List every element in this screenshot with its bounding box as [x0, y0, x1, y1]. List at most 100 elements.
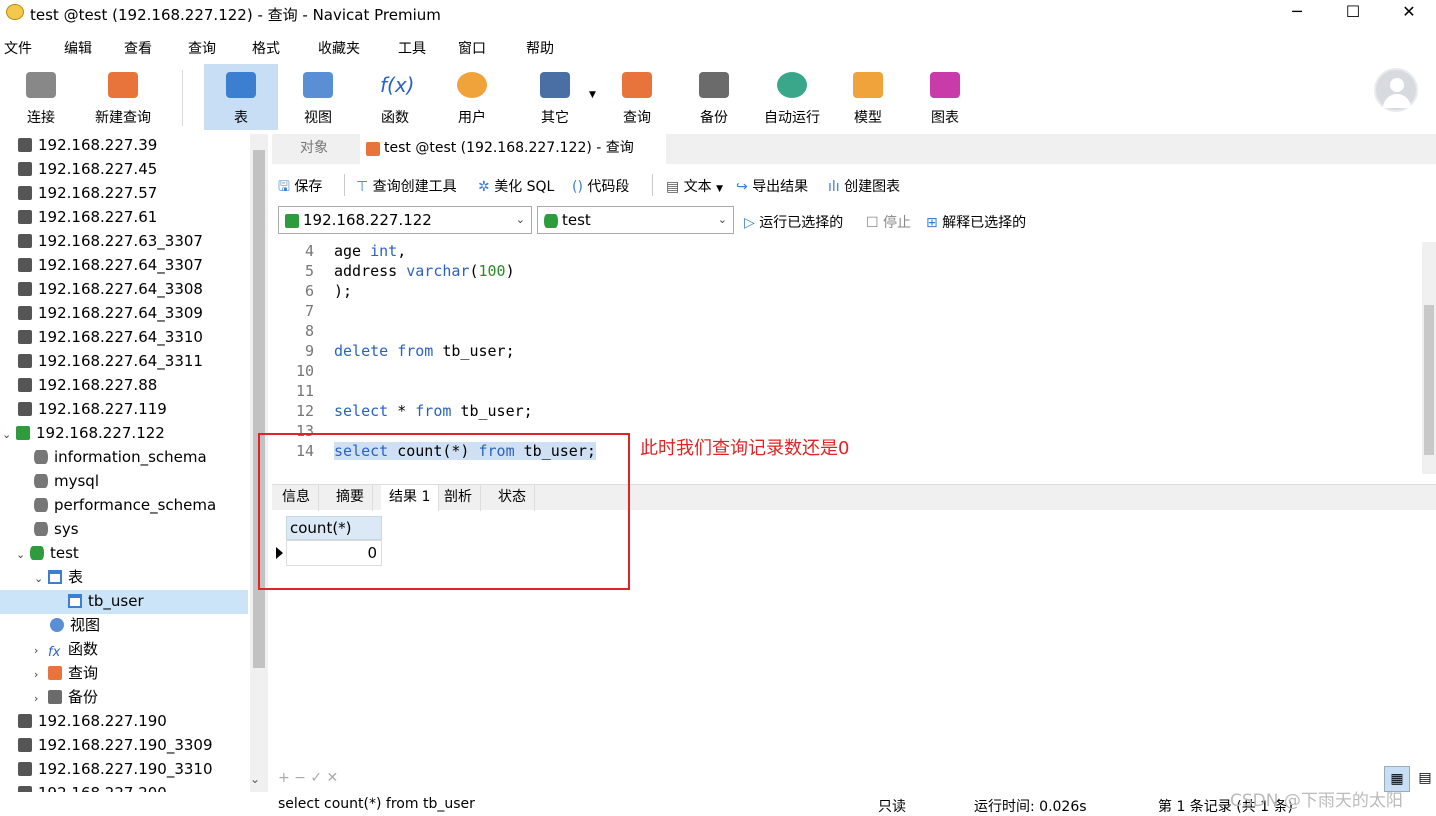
maximize-button[interactable]: ☐ — [1330, 0, 1376, 26]
chevron-down-icon: ⌄ — [515, 213, 525, 226]
beautify-sql-button[interactable]: ✲ 美化 SQL — [478, 176, 554, 196]
chevron-right-icon[interactable]: › — [34, 664, 48, 686]
status-readonly: 只读 — [878, 799, 906, 815]
editor-toolbar: 🖫 保存 ⊤ 查询创建工具 ✲ 美化 SQL () 代码段 ▤ 文本 ▼ ↪ 导… — [272, 170, 1436, 200]
tree-connection[interactable]: 192.168.227.64_3310 — [0, 326, 248, 350]
other-dropdown-icon[interactable]: ▼ — [589, 90, 596, 100]
menu-view[interactable]: 查看 — [124, 38, 152, 58]
tree-database[interactable]: sys — [0, 518, 248, 542]
tree-database[interactable]: information_schema — [0, 446, 248, 470]
connect-button[interactable]: 连接 — [4, 64, 78, 130]
tree-connection[interactable]: 192.168.227.119 — [0, 398, 248, 422]
chevron-down-icon[interactable]: ⌄ — [34, 568, 48, 590]
code-snippet-button[interactable]: () 代码段 — [572, 176, 629, 196]
tree-tables-folder[interactable]: ⌄ 表 — [0, 566, 248, 590]
tree-connection[interactable]: 192.168.227.88 — [0, 374, 248, 398]
menu-file[interactable]: 文件 — [4, 38, 32, 58]
menu-query[interactable]: 查询 — [188, 38, 216, 58]
line-number: 8 — [304, 322, 314, 340]
menu-window[interactable]: 窗口 — [458, 38, 486, 58]
model-button[interactable]: 模型 — [831, 64, 905, 130]
tree-connection[interactable]: 192.168.227.190_3310 — [0, 758, 248, 782]
chevron-down-icon[interactable]: ⌄ — [2, 424, 16, 446]
query-button[interactable]: 查询 — [600, 64, 674, 130]
menu-edit[interactable]: 编辑 — [64, 38, 92, 58]
tab-query[interactable]: test @test (192.168.227.122) - 查询 — [360, 134, 666, 164]
tree-connection[interactable]: 192.168.227.190_3309 — [0, 734, 248, 758]
text-button[interactable]: ▤ 文本 ▼ — [666, 176, 723, 196]
tree-connection[interactable]: 192.168.227.63_3307 — [0, 230, 248, 254]
sql-keyword: delete — [334, 342, 389, 360]
menu-tools[interactable]: 工具 — [398, 38, 426, 58]
user-icon — [457, 72, 487, 98]
menu-favorites[interactable]: 收藏夹 — [318, 38, 360, 58]
query-builder-button[interactable]: ⊤ 查询创建工具 — [356, 176, 457, 196]
menu-help[interactable]: 帮助 — [526, 38, 554, 58]
sidebar-scroll-thumb[interactable] — [253, 150, 265, 668]
tree-database[interactable]: performance_schema — [0, 494, 248, 518]
view-button[interactable]: 视图 — [281, 64, 355, 130]
tree-connection[interactable]: 192.168.227.200 — [0, 782, 248, 792]
code-line[interactable]: 5 address varchar(100) — [272, 262, 1412, 282]
connection-icon — [18, 402, 32, 416]
export-result-button[interactable]: ↪ 导出结果 — [736, 176, 808, 196]
database-select[interactable]: test ⌄ — [537, 206, 734, 234]
table-button[interactable]: 表 — [204, 64, 278, 130]
code-line[interactable]: 6); — [272, 282, 1412, 302]
chevron-down-icon: ▼ — [716, 184, 724, 194]
tree-database-open[interactable]: ⌄ test — [0, 542, 248, 566]
tree-functions-folder[interactable]: › fx 函数 — [0, 638, 248, 662]
chevron-down-icon[interactable]: ⌄ — [16, 544, 30, 566]
tree-connection[interactable]: 192.168.227.64_3309 — [0, 302, 248, 326]
menu-format[interactable]: 格式 — [252, 38, 280, 58]
tree-backups-folder[interactable]: › 备份 — [0, 686, 248, 710]
form-view-button[interactable]: ▤ — [1414, 766, 1436, 792]
code-line[interactable]: 10 — [272, 362, 1412, 382]
chart-button[interactable]: 图表 — [908, 64, 982, 130]
save-button[interactable]: 🖫 保存 — [278, 176, 322, 200]
tree-connection[interactable]: 192.168.227.57 — [0, 182, 248, 206]
sql-keyword: from — [397, 342, 434, 360]
explain-selected-button[interactable]: ⊞ 解释已选择的 — [926, 212, 1026, 232]
user-avatar[interactable] — [1374, 68, 1418, 112]
tree-queries-folder[interactable]: › 查询 — [0, 662, 248, 686]
tree-connection-open[interactable]: ⌄ 192.168.227.122 — [0, 422, 248, 446]
tree-table-tb-user[interactable]: tb_user — [0, 590, 248, 614]
code-line[interactable]: 11 — [272, 382, 1412, 402]
tree-connection[interactable]: 192.168.227.64_3307 — [0, 254, 248, 278]
view-icon — [303, 72, 333, 98]
connection-select[interactable]: 192.168.227.122 ⌄ — [278, 206, 532, 234]
close-button[interactable]: ✕ — [1386, 0, 1432, 26]
tree-connection[interactable]: 192.168.227.64_3308 — [0, 278, 248, 302]
automation-button[interactable]: 自动运行 — [754, 64, 830, 130]
chevron-right-icon[interactable]: › — [34, 688, 48, 710]
stop-button[interactable]: ☐ 停止 — [866, 212, 911, 232]
create-chart-button[interactable]: ılı 创建图表 — [828, 176, 900, 196]
code-line[interactable]: 12 select * from tb_user; — [272, 402, 1412, 422]
tree-database[interactable]: mysql — [0, 470, 248, 494]
code-line[interactable]: 7 — [272, 302, 1412, 322]
code-line[interactable]: 4 age int, — [272, 242, 1412, 262]
run-selected-button[interactable]: ▷ 运行已选择的 — [744, 212, 843, 232]
grid-actions[interactable]: + − ✓ ✕ — [278, 770, 338, 786]
code-line[interactable]: 9 delete from tb_user; — [272, 342, 1412, 362]
minimize-button[interactable]: ─ — [1274, 0, 1320, 26]
tree-views-folder[interactable]: 视图 — [0, 614, 248, 638]
magic-wand-icon: ✲ — [478, 179, 490, 195]
other-button[interactable]: 其它 — [518, 64, 592, 130]
function-button[interactable]: f(x) 函数 — [358, 64, 432, 130]
save-icon: 🖫 — [278, 179, 290, 195]
chevron-down-icon[interactable]: ⌄ — [250, 772, 260, 786]
tree-connection[interactable]: 192.168.227.64_3311 — [0, 350, 248, 374]
tab-objects[interactable]: 对象 — [290, 134, 338, 164]
tree-connection[interactable]: 192.168.227.61 — [0, 206, 248, 230]
chevron-right-icon[interactable]: › — [34, 640, 48, 662]
editor-scroll-thumb[interactable] — [1424, 305, 1434, 455]
tree-connection[interactable]: 192.168.227.45 — [0, 158, 248, 182]
new-query-button[interactable]: 新建查询 — [86, 64, 160, 130]
tree-connection[interactable]: 192.168.227.39 — [0, 134, 248, 158]
tree-connection[interactable]: 192.168.227.190 — [0, 710, 248, 734]
code-line[interactable]: 8 — [272, 322, 1412, 342]
user-button[interactable]: 用户 — [435, 64, 509, 130]
backup-button[interactable]: 备份 — [677, 64, 751, 130]
